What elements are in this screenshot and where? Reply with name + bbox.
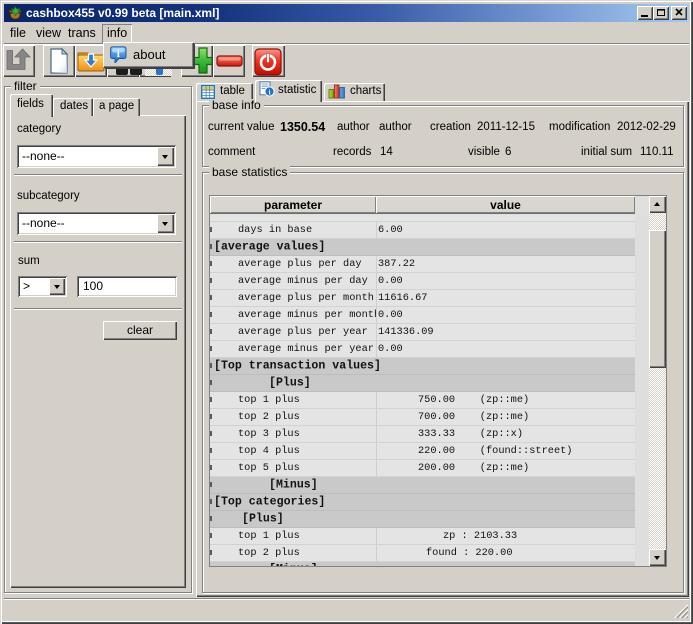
svg-text:i: i xyxy=(117,48,120,60)
svg-text:i: i xyxy=(268,87,270,96)
